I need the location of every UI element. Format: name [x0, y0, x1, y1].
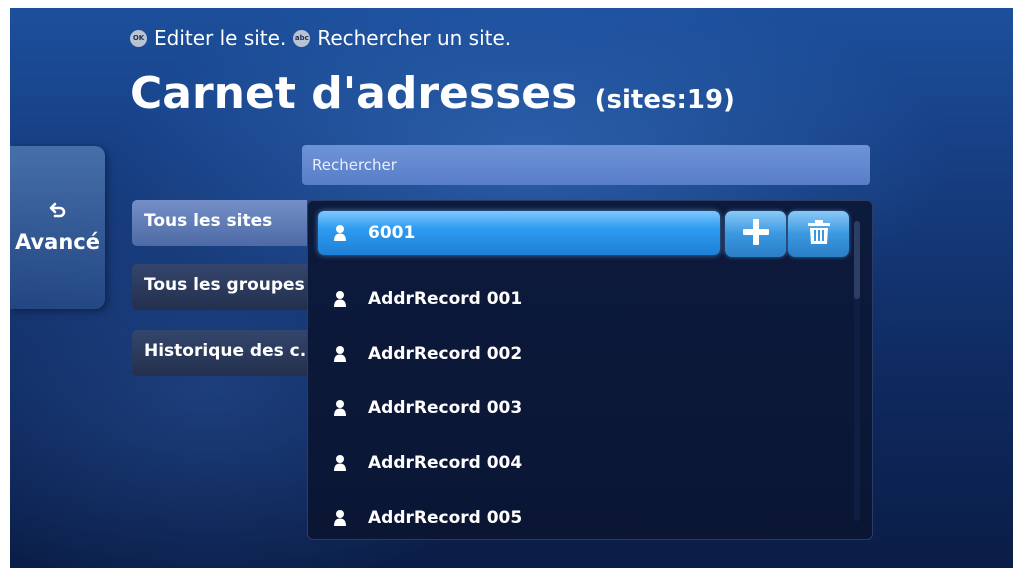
page-title: Carnet d'adresses	[130, 68, 578, 119]
list-item-label: 6001	[368, 223, 416, 243]
list-item-label: AddrRecord 005	[368, 508, 523, 528]
tab-all-groups[interactable]: Tous les groupes	[132, 264, 307, 310]
hint-bar: OK Editer le site. abc Rechercher un sit…	[130, 26, 511, 50]
person-icon	[330, 224, 350, 242]
return-arrow-icon	[10, 200, 105, 225]
tab-all-sites[interactable]: Tous les sites	[132, 200, 307, 246]
list-item-selected[interactable]: 6001	[318, 211, 720, 255]
back-label: Avancé	[14, 230, 100, 254]
search-input[interactable]: Rechercher	[302, 145, 870, 185]
hint-edit-text: Editer le site.	[154, 26, 287, 50]
list-item-label: AddrRecord 001	[368, 289, 523, 309]
list-item[interactable]: AddrRecord 001	[308, 276, 728, 322]
list-item[interactable]: AddrRecord 003	[308, 385, 728, 431]
person-icon	[330, 290, 350, 308]
scrollbar[interactable]	[854, 221, 860, 521]
back-button[interactable]: Avancé	[10, 146, 105, 309]
ok-button-icon: OK	[130, 29, 147, 47]
person-icon	[330, 509, 350, 527]
tab-history[interactable]: Historique des c...	[132, 330, 307, 376]
add-button[interactable]	[725, 211, 786, 257]
person-icon	[330, 454, 350, 472]
list-item-label: AddrRecord 004	[368, 453, 523, 473]
scroll-thumb[interactable]	[854, 221, 860, 299]
person-icon	[330, 345, 350, 363]
delete-button[interactable]	[788, 211, 849, 257]
list-item-label: AddrRecord 002	[368, 344, 523, 364]
site-list: 6001 AddrRecord 001 AddrRecord 002 AddrR…	[307, 200, 873, 540]
list-item[interactable]: AddrRecord 002	[308, 331, 728, 377]
list-item[interactable]: AddrRecord 004	[308, 440, 728, 486]
plus-icon	[741, 217, 771, 251]
trash-icon	[807, 219, 831, 249]
hint-search-text: Rechercher un site.	[317, 26, 512, 50]
person-icon	[330, 399, 350, 417]
list-item-label: AddrRecord 003	[368, 398, 523, 418]
abc-button-icon: abc	[293, 29, 311, 47]
screen: OK Editer le site. abc Rechercher un sit…	[10, 8, 1013, 568]
site-count: (sites:19)	[594, 85, 735, 115]
page-title-area: Carnet d'adresses (sites:19)	[130, 68, 735, 119]
list-item[interactable]: AddrRecord 005	[308, 495, 728, 541]
